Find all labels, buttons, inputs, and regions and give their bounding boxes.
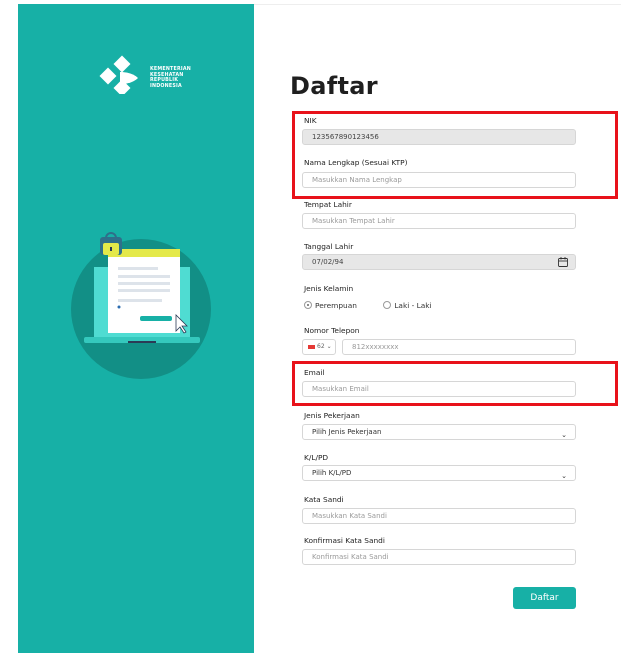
logo-line: INDONESIA [150, 83, 182, 89]
country-code: 62 [317, 343, 325, 350]
jenis-kelamin-label: Jenis Kelamin [304, 284, 354, 293]
radio-perempuan-label[interactable]: Perempuan [315, 301, 357, 310]
indonesia-flag-icon [308, 344, 315, 349]
chevron-down-icon: ⌄ [326, 343, 332, 350]
klpd-select-value: Pilih K/L/PD [312, 469, 352, 477]
radio-laki-laki-label[interactable]: Laki - Laki [394, 301, 431, 310]
klpd-select[interactable]: Pilih K/L/PD ⌄ [302, 465, 576, 481]
tanggal-lahir-label: Tanggal Lahir [304, 242, 354, 251]
chevron-down-icon: ⌄ [561, 472, 567, 480]
tempat-lahir-label: Tempat Lahir [304, 200, 352, 209]
radio-perempuan[interactable] [304, 301, 312, 309]
pekerjaan-select[interactable]: Pilih Jenis Pekerjaan ⌄ [302, 424, 576, 440]
kemenkes-logo-icon [99, 55, 138, 94]
chevron-down-icon: ⌄ [561, 431, 567, 439]
calendar-icon[interactable] [558, 257, 568, 267]
tanggal-lahir-value: 07/02/94 [312, 258, 344, 266]
highlight-box-email [292, 361, 618, 406]
logo-text: KEMENTERIAN KESEHATAN REPUBLIK INDONESIA [150, 67, 191, 89]
telepon-input[interactable]: 812xxxxxxxx [342, 339, 576, 355]
laptop-illustration [71, 232, 211, 379]
jenis-kelamin-group: Perempuan Laki - Laki [304, 300, 456, 310]
kata-sandi-input[interactable]: Masukkan Kata Sandi [302, 508, 576, 524]
top-divider [254, 4, 621, 5]
left-panel: KEMENTERIAN KESEHATAN REPUBLIK INDONESIA [18, 4, 254, 653]
telepon-label: Nomor Telepon [304, 326, 360, 335]
konfirmasi-input[interactable]: Konfirmasi Kata Sandi [302, 549, 576, 565]
pekerjaan-label: Jenis Pekerjaan [304, 411, 360, 420]
kemenkes-logo: KEMENTERIAN KESEHATAN REPUBLIK INDONESIA [98, 54, 208, 94]
daftar-button[interactable]: Daftar [513, 587, 576, 609]
pekerjaan-select-value: Pilih Jenis Pekerjaan [312, 428, 382, 436]
tanggal-lahir-input[interactable]: 07/02/94 [302, 254, 576, 270]
highlight-box-nik-nama [292, 111, 618, 199]
radio-laki-laki[interactable] [383, 301, 392, 309]
tempat-lahir-input[interactable]: Masukkan Tempat Lahir [302, 213, 576, 229]
logo-line: KEMENTERIAN [150, 67, 192, 72]
klpd-label: K/L/PD [304, 453, 329, 462]
page-title: Daftar [290, 72, 378, 100]
konfirmasi-label: Konfirmasi Kata Sandi [304, 536, 385, 545]
country-code-select[interactable]: 62 ⌄ [302, 339, 336, 355]
kata-sandi-label: Kata Sandi [304, 495, 344, 504]
